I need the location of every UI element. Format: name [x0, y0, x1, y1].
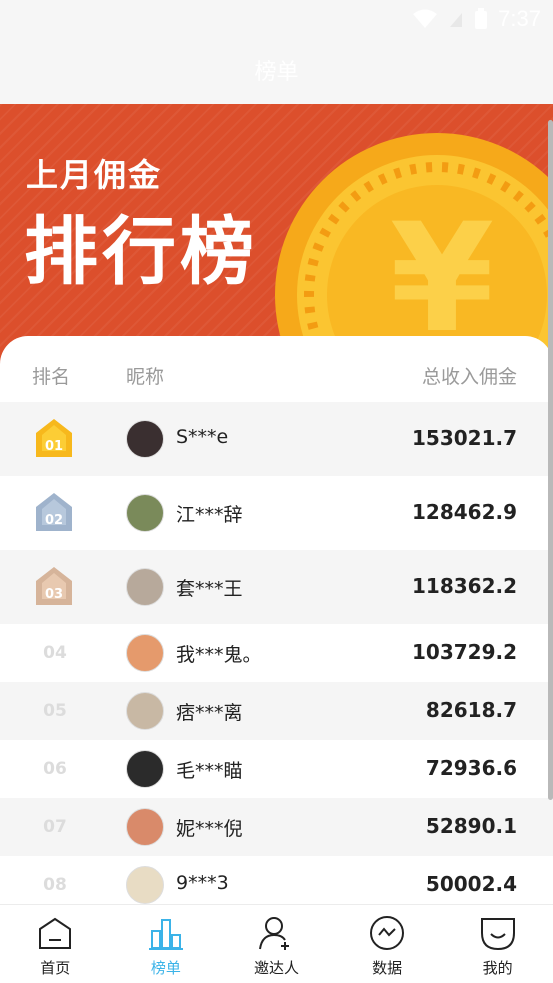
amount: 128462.9 [411, 500, 517, 524]
amount: 118362.2 [411, 574, 517, 598]
svg-text:03: 03 [45, 587, 63, 602]
coin-icon: ¥ [275, 133, 553, 364]
avatar [126, 808, 164, 846]
avatar [126, 634, 164, 672]
avatar [126, 866, 164, 904]
tab-invite[interactable]: 邀达人 [221, 905, 332, 983]
silver-medal-icon: 02 [36, 493, 72, 531]
avatar [126, 420, 164, 458]
ranking-card: 排名 昵称 总收入佣金 01 S***e 153021.7 02 江***辞 1… [0, 336, 553, 916]
battery-icon [475, 8, 488, 29]
svg-text:01: 01 [45, 439, 63, 454]
signal-icon [450, 13, 463, 27]
amount: 50002.4 [425, 872, 517, 896]
table-row[interactable]: 01 S***e 153021.7 [0, 402, 553, 476]
rank-number: 07 [43, 817, 67, 837]
avatar [126, 568, 164, 606]
amount: 72936.6 [425, 756, 517, 780]
profile-icon [480, 918, 515, 951]
chart-icon [148, 919, 183, 950]
tab-home[interactable]: 首页 [0, 905, 111, 983]
tab-data[interactable]: 数据 [332, 905, 443, 983]
column-rank: 排名 [32, 366, 71, 388]
table-row[interactable]: 07 妮***倪 52890.1 [0, 798, 553, 856]
bronze-medal-icon: 03 [36, 567, 72, 605]
column-nickname: 昵称 [126, 366, 165, 388]
ranking-banner: 上月佣金 排行榜 ¥ [0, 104, 553, 364]
avatar [126, 750, 164, 788]
table-row[interactable]: 06 毛***瞄 72936.6 [0, 740, 553, 798]
rank-number: 04 [43, 643, 67, 663]
status-bar: 7:37 [0, 0, 553, 38]
table-row[interactable]: 04 我***鬼。 103729.2 [0, 624, 553, 682]
tab-profile[interactable]: 我的 [442, 905, 553, 983]
nickname: 妮***倪 [176, 818, 243, 840]
column-total: 总收入佣金 [421, 366, 517, 388]
table-row[interactable]: 03 套***王 118362.2 [0, 550, 553, 624]
page-title: 榜单 [254, 60, 299, 85]
nickname: S***e [176, 426, 229, 448]
avatar [126, 692, 164, 730]
wifi-icon [413, 9, 438, 28]
amount: 52890.1 [425, 814, 517, 838]
add-user-icon [259, 917, 290, 950]
svg-text:02: 02 [45, 513, 63, 528]
nickname: 我***鬼。 [176, 644, 262, 666]
amount: 82618.7 [425, 698, 517, 722]
table-row[interactable]: 02 江***辞 128462.9 [0, 476, 553, 550]
amount: 153021.7 [411, 426, 517, 450]
nickname: 江***辞 [176, 504, 243, 526]
table-header: 排名 昵称 总收入佣金 [0, 336, 553, 402]
nickname: 9***3 [176, 872, 229, 894]
tab-ranking[interactable]: 榜单 [111, 905, 222, 983]
rank-number: 08 [43, 875, 67, 895]
header: 榜单 [0, 38, 553, 104]
rank-number: 05 [43, 701, 67, 721]
banner-subtitle: 上月佣金 [26, 156, 163, 194]
scrollbar[interactable] [548, 120, 553, 800]
avatar [126, 494, 164, 532]
gold-medal-icon: 01 [36, 419, 72, 457]
bottom-tab-bar: 首页 榜单 邀达人 数据 我的 [0, 904, 553, 983]
banner-title: 排行榜 [24, 209, 258, 295]
rank-number: 06 [43, 759, 67, 779]
table-row[interactable]: 05 痞***离 82618.7 [0, 682, 553, 740]
nickname: 套***王 [176, 578, 243, 600]
status-time: 7:37 [498, 6, 541, 31]
data-icon [370, 916, 405, 950]
nickname: 毛***瞄 [176, 760, 243, 782]
home-icon [39, 917, 72, 949]
amount: 103729.2 [411, 640, 517, 664]
nickname: 痞***离 [176, 702, 243, 724]
